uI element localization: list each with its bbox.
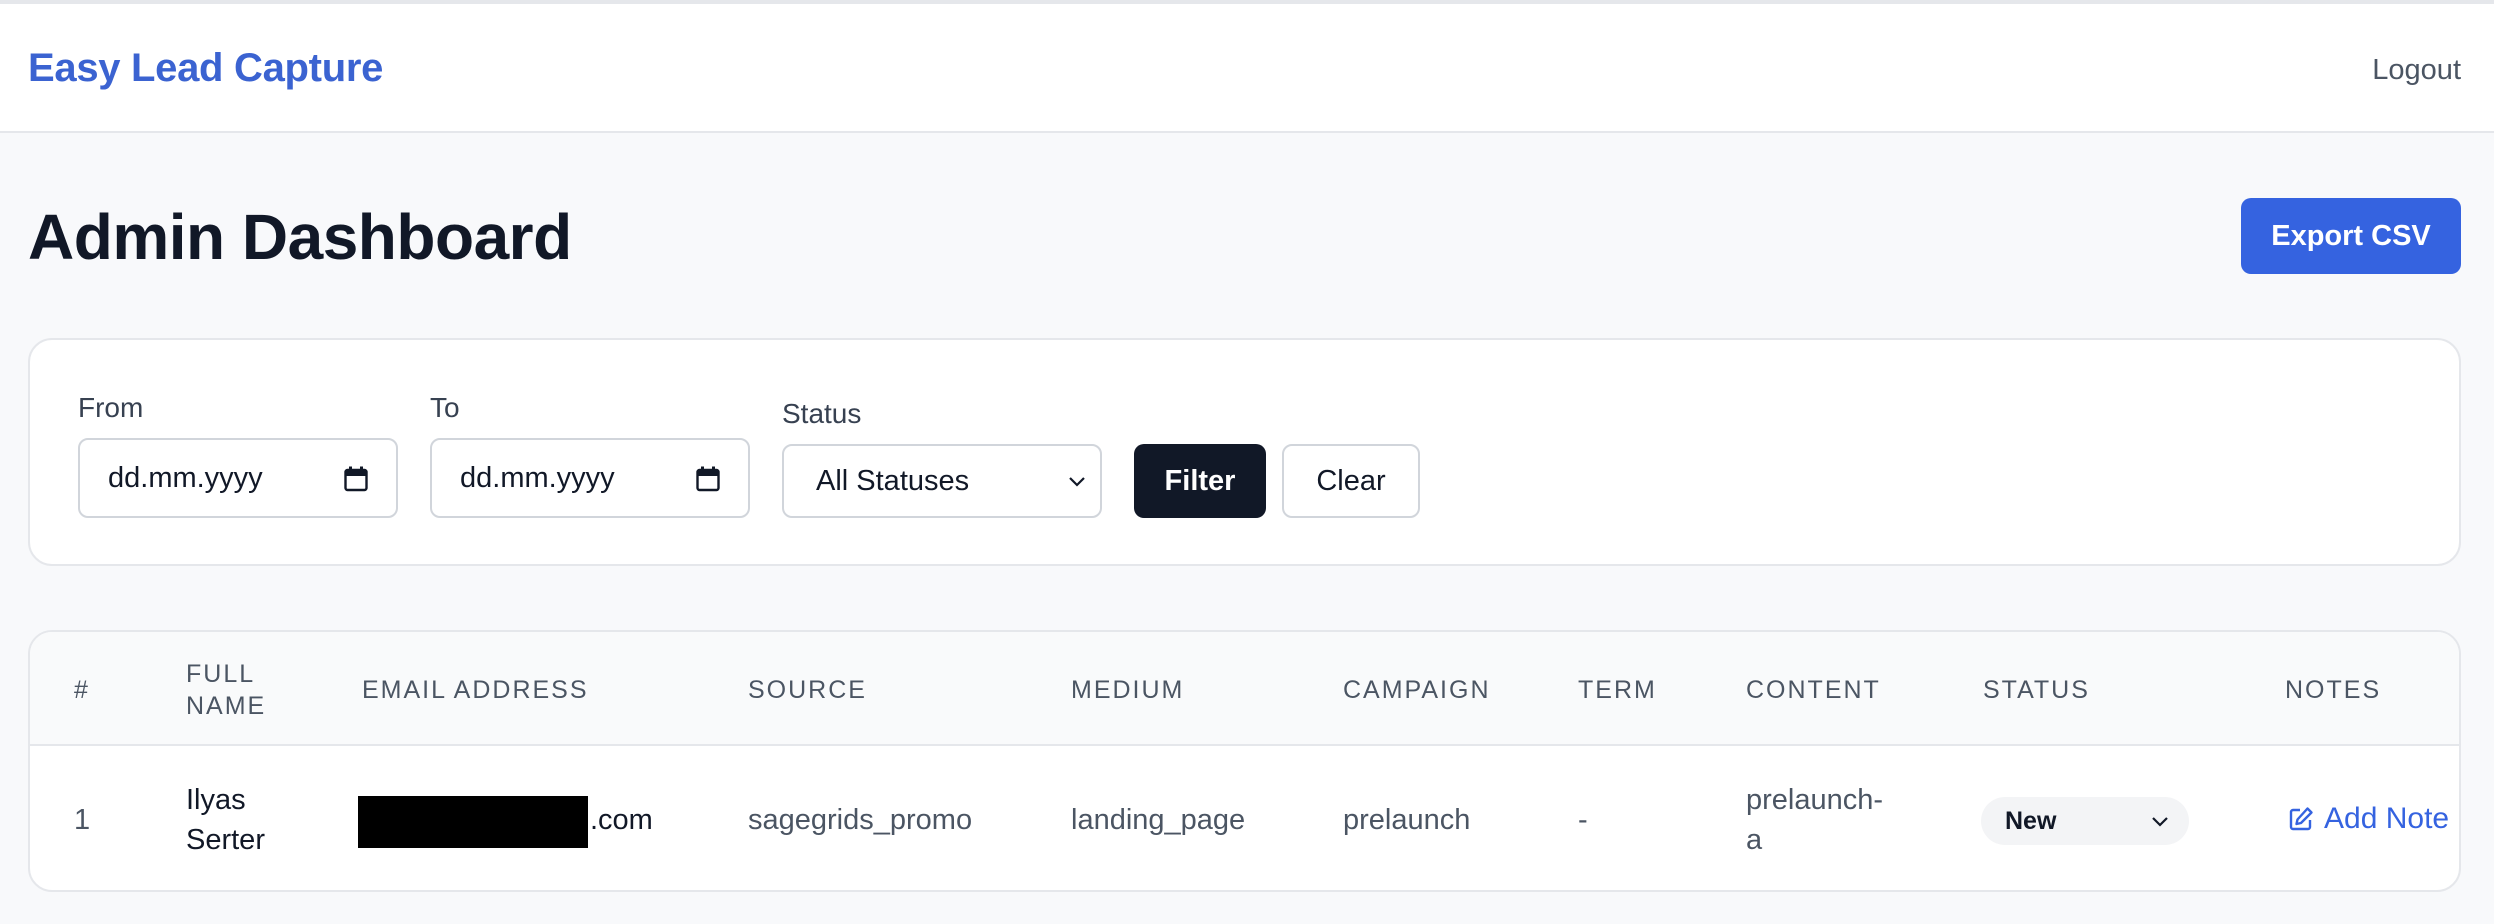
col-full-name-line1: FULL: [186, 660, 256, 688]
col-num: #: [74, 676, 90, 704]
row-first-name: Ilyas: [186, 784, 246, 816]
leads-table: # FULL NAME EMAIL ADDRESS SOURCE MEDIUM …: [28, 630, 2461, 892]
add-note-link[interactable]: Add Note: [2288, 802, 2449, 836]
row-content-line2: a: [1746, 824, 1763, 856]
row-num: 1: [74, 804, 91, 836]
from-label: From: [78, 392, 144, 423]
add-note-label: Add Note: [2324, 802, 2450, 835]
status-select[interactable]: All Statuses: [782, 444, 1102, 518]
app-header: Easy Lead Capture Logout: [0, 4, 2494, 133]
row-full-name: Ilyas Serter: [186, 780, 265, 860]
row-campaign: prelaunch: [1343, 804, 1471, 836]
chevron-down-icon: [1069, 477, 1085, 487]
row-status-select[interactable]: New: [1981, 797, 2189, 845]
row-content-line1: prelaunch-: [1746, 784, 1884, 816]
calendar-icon[interactable]: [344, 466, 368, 492]
chevron-down-icon: [2152, 817, 2168, 827]
col-term: TERM: [1578, 676, 1657, 704]
col-status: STATUS: [1983, 676, 2090, 704]
row-term: -: [1578, 804, 1588, 836]
page-title: Admin Dashboard: [28, 201, 572, 273]
to-label: To: [430, 392, 460, 423]
filter-button[interactable]: Filter: [1134, 444, 1266, 518]
edit-note-icon: [2289, 807, 2313, 831]
row-status-value: New: [2005, 806, 2057, 835]
col-campaign: CAMPAIGN: [1343, 676, 1491, 704]
row-medium: landing_page: [1071, 804, 1246, 836]
col-notes: NOTES: [2285, 676, 2382, 704]
col-content: CONTENT: [1746, 676, 1881, 704]
logout-link[interactable]: Logout: [2372, 54, 2461, 87]
col-full-name: FULL NAME: [186, 658, 266, 722]
row-content: prelaunch- a: [1746, 780, 1883, 860]
brand-logo[interactable]: Easy Lead Capture: [28, 46, 383, 91]
row-last-name: Serter: [186, 824, 265, 856]
from-date-input[interactable]: dd.mm.yyyy: [78, 438, 398, 518]
to-date-value: dd.mm.yyyy: [460, 461, 615, 494]
clear-button[interactable]: Clear: [1282, 444, 1420, 518]
to-date-input[interactable]: dd.mm.yyyy: [430, 438, 750, 518]
calendar-icon[interactable]: [696, 466, 720, 492]
col-medium: MEDIUM: [1071, 676, 1185, 704]
row-source: sagegrids_promo: [748, 804, 973, 836]
row-email-suffix: .com: [590, 804, 653, 836]
col-email: EMAIL ADDRESS: [362, 676, 589, 704]
status-label: Status: [782, 398, 862, 429]
col-source: SOURCE: [748, 676, 867, 704]
from-date-value: dd.mm.yyyy: [108, 461, 263, 494]
filter-panel: From dd.mm.yyyy To dd.mm.yyyy Status All…: [28, 338, 2461, 566]
export-csv-button[interactable]: Export CSV: [2241, 198, 2461, 274]
col-full-name-line2: NAME: [186, 692, 267, 720]
status-select-value: All Statuses: [816, 464, 970, 497]
table-header: # FULL NAME EMAIL ADDRESS SOURCE MEDIUM …: [30, 632, 2459, 746]
redacted-email-block: [358, 796, 588, 848]
